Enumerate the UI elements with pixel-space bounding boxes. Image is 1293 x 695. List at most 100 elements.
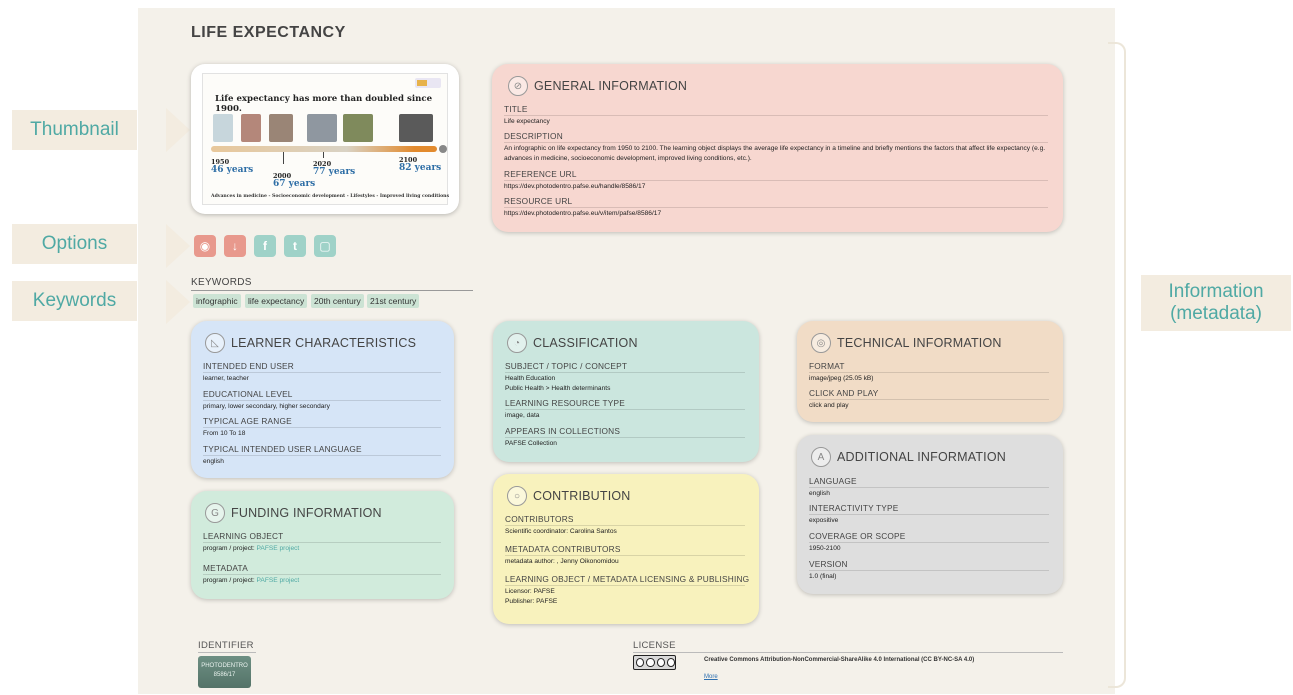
field-value: Health Education (505, 375, 556, 382)
field-value: Publisher: PAFSE (505, 597, 558, 605)
interactivity-type-field: INTERACTIVITY TYPE expositive (809, 503, 1049, 526)
cc-license-icon[interactable] (633, 655, 676, 670)
field-value: program / project: PAFSE project (203, 576, 441, 586)
license-divider (633, 652, 1063, 653)
field-label: COVERAGE OR SCOPE (809, 531, 906, 541)
field-label: TITLE (504, 104, 528, 114)
sa-icon (666, 658, 675, 667)
field-divider (505, 372, 745, 373)
reference-url-field: REFERENCE URL https://dev.photodentro.pa… (504, 169, 1048, 192)
field-label: RESOURCE URL (504, 196, 573, 206)
pafse-project-link[interactable]: PAFSE project (257, 577, 300, 584)
thumbnail-callout: Thumbnail (12, 110, 137, 150)
field-value: click and play (809, 402, 849, 409)
field-divider (505, 409, 745, 410)
facebook-share-button[interactable]: f (254, 235, 276, 257)
field-label: CLICK AND PLAY (809, 388, 879, 398)
field-label: TYPICAL AGE RANGE (203, 416, 292, 426)
license-more-link[interactable]: More (704, 674, 718, 680)
field-value: expositive (809, 517, 839, 524)
information-callout-line2: (metadata) (1170, 303, 1262, 324)
language-field: LANGUAGE english (809, 476, 1049, 499)
keywords-divider (191, 290, 473, 291)
card-header: ⊘ GENERAL INFORMATION (508, 76, 687, 96)
field-divider (504, 142, 1048, 143)
keyword-chip[interactable]: 21st century (367, 294, 420, 308)
field-divider (809, 542, 1049, 543)
contribution-icon: ○ (507, 486, 527, 506)
field-divider (505, 555, 745, 556)
learning-resource-type-field: LEARNING RESOURCE TYPE image, data (505, 398, 745, 421)
field-label: TYPICAL INTENDED USER LANGUAGE (203, 444, 362, 454)
information-callout-line1: Information (1168, 281, 1264, 302)
field-label: FORMAT (809, 361, 845, 371)
identifier-badge-id: 8586/17 (213, 672, 236, 678)
thumbnail-headline: Life expectancy has more than doubled si… (215, 94, 433, 114)
intended-end-user-field: INTENDED END USER learner, teacher (203, 361, 441, 384)
field-divider (203, 455, 441, 456)
contributors-field: CONTRIBUTORS Scientific coordinator: Car… (505, 514, 745, 537)
thumbnail-card[interactable]: Life expectancy has more than doubled si… (191, 64, 459, 214)
resource-url-link[interactable]: https://dev.photodentro.pafse.eu/v/item/… (504, 209, 1048, 219)
educational-level-field: EDUCATIONAL LEVEL primary, lower seconda… (203, 389, 441, 412)
field-divider (504, 115, 1048, 116)
contribution-card: ○ CONTRIBUTION CONTRIBUTORS Scientific c… (493, 474, 759, 624)
click-and-play-field: CLICK AND PLAY click and play (809, 388, 1049, 411)
keyword-chip[interactable]: life expectancy (245, 294, 308, 308)
twitter-share-button[interactable]: t (284, 235, 306, 257)
options-callout-label: Options (41, 233, 108, 254)
field-divider (505, 437, 745, 438)
field-value: primary, lower secondary, higher seconda… (203, 403, 330, 410)
card-header: G FUNDING INFORMATION (205, 503, 382, 523)
page-title: LIFE EXPECTANCY (191, 24, 346, 41)
identifier-divider (198, 652, 256, 653)
pafse-logo (415, 78, 441, 88)
embed-icon: ▢ (319, 239, 331, 253)
learner-icon: ◺ (205, 333, 225, 353)
field-divider (809, 399, 1049, 400)
twitter-icon: t (293, 239, 297, 253)
field-label: VERSION (809, 559, 848, 569)
thumbnail-footer: Advances in medicine - Socioeconomic dev… (211, 194, 450, 199)
keyword-chip[interactable]: 20th century (311, 294, 364, 308)
thumbnail-photo (213, 114, 233, 142)
program-prefix: program / project: (203, 577, 255, 584)
thumbnail-photo (241, 114, 261, 142)
pafse-project-link[interactable]: PAFSE project (257, 545, 300, 552)
keyword-chip[interactable]: infographic (193, 294, 241, 308)
download-button[interactable]: ↓ (224, 235, 246, 257)
field-label: LANGUAGE (809, 476, 857, 486)
field-value: program / project: PAFSE project (203, 544, 441, 554)
field-label: LEARNING OBJECT / METADATA LICENSING & P… (505, 574, 750, 584)
thumbnail-photo (269, 114, 293, 142)
field-divider (203, 372, 441, 373)
title-field: TITLE Life expectancy (504, 104, 1048, 127)
field-label: LEARNING OBJECT (203, 531, 284, 541)
field-label: EDUCATIONAL LEVEL (203, 389, 293, 399)
embed-button[interactable]: ▢ (314, 235, 336, 257)
field-label: REFERENCE URL (504, 169, 577, 179)
learner-characteristics-card: ◺ LEARNER CHARACTERISTICS INTENDED END U… (191, 321, 454, 478)
timeline-tick (323, 152, 324, 158)
field-value: Public Health > Health determinants (505, 384, 611, 392)
thumbnail-callout-label: Thumbnail (30, 119, 119, 140)
card-title: TECHNICAL INFORMATION (837, 336, 1002, 350)
general-information-card: ⊘ GENERAL INFORMATION TITLE Life expecta… (492, 64, 1063, 232)
field-divider (809, 372, 1049, 373)
field-value: An infographic on life expectancy from 1… (504, 145, 1046, 162)
collections-field: APPEARS IN COLLECTIONS PAFSE Collection (505, 426, 745, 449)
field-value: image/jpeg (25.05 kB) (809, 375, 874, 382)
reference-url-link[interactable]: https://dev.photodentro.pafse.eu/handle/… (504, 182, 1048, 192)
identifier-badge[interactable]: PHOTODENTRO 8586/17 (198, 656, 251, 688)
timeline-bar (211, 146, 437, 152)
metadata-funding-field: METADATA program / project: PAFSE projec… (203, 563, 441, 586)
identifier-label: IDENTIFIER (198, 640, 254, 651)
field-divider (809, 514, 1049, 515)
thumbnail-photo (399, 114, 433, 142)
collection-link[interactable]: PAFSE Collection (505, 439, 745, 449)
play-button[interactable]: ◉ (194, 235, 216, 257)
additional-information-card: A ADDITIONAL INFORMATION LANGUAGE englis… (797, 435, 1063, 594)
typical-age-range-field: TYPICAL AGE RANGE From 10 To 18 (203, 416, 441, 439)
field-divider (504, 180, 1048, 181)
field-value: Scientific coordinator: Carolina Santos (505, 528, 617, 535)
